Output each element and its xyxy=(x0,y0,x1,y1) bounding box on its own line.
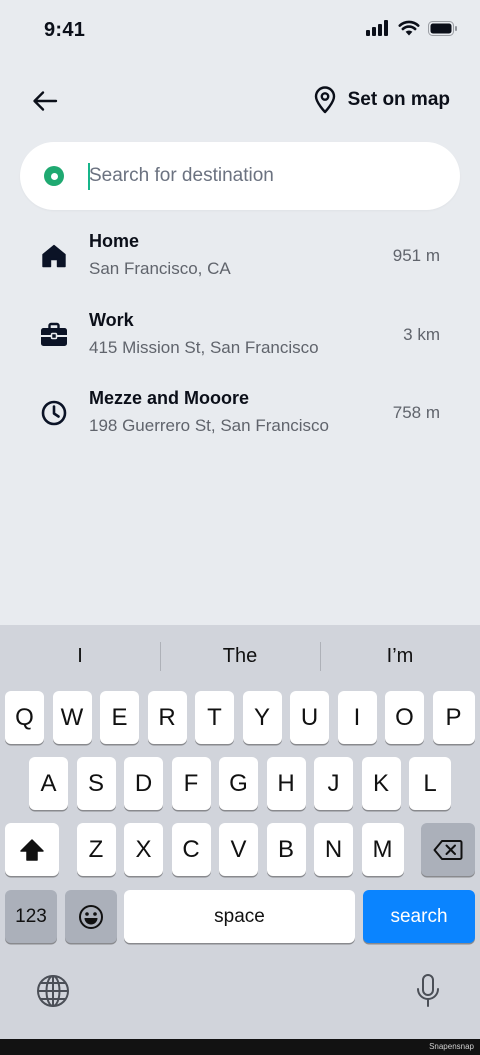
place-distance: 951 m xyxy=(392,246,440,265)
arrow-left-icon xyxy=(33,91,58,111)
map-pin-icon xyxy=(314,86,335,114)
key-c[interactable]: C xyxy=(171,823,211,876)
key-l[interactable]: L xyxy=(409,757,451,810)
status-bar: 9:41 xyxy=(0,0,480,60)
place-title: Mezze and Mooore xyxy=(89,388,250,408)
place-address: San Francisco, CA xyxy=(89,259,231,278)
shift-arrow-icon xyxy=(20,838,44,861)
status-icons xyxy=(366,20,458,36)
key-a[interactable]: A xyxy=(29,757,68,810)
bottom-strip xyxy=(0,1039,480,1055)
place-title: Home xyxy=(89,231,140,251)
backspace-icon xyxy=(433,839,463,860)
space-key[interactable]: space xyxy=(124,890,355,943)
set-on-map-button[interactable]: Set on map xyxy=(314,86,450,114)
place-address: 415 Mission St, San Francisco xyxy=(89,337,319,357)
key-v[interactable]: V xyxy=(219,823,258,876)
key-d[interactable]: D xyxy=(124,757,163,810)
place-distance: 758 m xyxy=(392,403,440,422)
destination-search-input[interactable] xyxy=(89,156,429,196)
suggestion-3[interactable]: I’m xyxy=(320,625,480,687)
globe-icon xyxy=(37,975,69,1007)
briefcase-icon xyxy=(40,321,68,349)
key-z[interactable]: Z xyxy=(76,823,116,876)
delete-key[interactable] xyxy=(421,823,475,876)
key-w[interactable]: W xyxy=(52,691,92,744)
key-m[interactable]: M xyxy=(361,823,404,876)
key-u[interactable]: U xyxy=(290,691,329,744)
list-item-home[interactable]: Home San Francisco, CA 951 m xyxy=(0,222,480,301)
key-i[interactable]: I xyxy=(337,691,377,744)
key-o[interactable]: O xyxy=(385,691,424,744)
destination-search-bar[interactable] xyxy=(20,142,460,210)
suggestion-2[interactable]: The xyxy=(160,625,320,687)
watermark: Snapensnap xyxy=(429,1042,474,1051)
microphone-icon xyxy=(417,974,439,1007)
key-p[interactable]: P xyxy=(432,691,475,744)
list-item-recent[interactable]: Mezze and Mooore 198 Guerrero St, San Fr… xyxy=(0,379,480,458)
key-q[interactable]: Q xyxy=(5,691,44,744)
status-time: 9:41 xyxy=(44,19,86,41)
key-f[interactable]: F xyxy=(171,757,211,810)
battery-icon xyxy=(428,20,457,36)
wifi-icon xyxy=(398,20,420,36)
set-on-map-label: Set on map xyxy=(347,89,450,110)
emoji-icon xyxy=(79,904,103,929)
saved-places-list: Home San Francisco, CA 951 m Work 415 Mi… xyxy=(0,222,480,458)
place-title: Work xyxy=(89,309,134,330)
list-item-work[interactable]: Work 415 Mission St, San Francisco 3 km xyxy=(0,301,480,380)
home-icon xyxy=(40,242,68,270)
key-e[interactable]: E xyxy=(100,691,139,744)
predictive-text-bar: I The I’m xyxy=(0,625,480,687)
cellular-signal-icon xyxy=(366,20,388,36)
key-t[interactable]: T xyxy=(195,691,234,744)
dictation-button[interactable] xyxy=(408,969,448,1013)
key-k[interactable]: K xyxy=(361,757,401,810)
search-key[interactable]: search xyxy=(363,890,475,943)
key-x[interactable]: X xyxy=(124,823,163,876)
key-r[interactable]: R xyxy=(147,691,187,744)
key-h[interactable]: H xyxy=(266,757,306,810)
numbers-key[interactable]: 123 xyxy=(5,890,57,943)
key-n[interactable]: N xyxy=(314,823,353,876)
back-button[interactable] xyxy=(26,82,64,120)
place-distance: 3 km xyxy=(403,324,440,344)
top-bar: Set on map xyxy=(0,80,480,124)
emoji-key[interactable] xyxy=(65,890,117,943)
shift-key[interactable] xyxy=(5,823,59,876)
key-b[interactable]: B xyxy=(266,823,306,876)
key-y[interactable]: Y xyxy=(242,691,282,744)
clock-icon xyxy=(40,399,68,427)
place-address: 198 Guerrero St, San Francisco xyxy=(89,416,330,435)
key-g[interactable]: G xyxy=(219,757,258,810)
key-s[interactable]: S xyxy=(76,757,116,810)
globe-button[interactable] xyxy=(33,971,73,1011)
suggestion-1[interactable]: I xyxy=(0,625,160,687)
origin-dot-icon xyxy=(44,166,64,186)
key-j[interactable]: J xyxy=(314,757,353,810)
keyboard: I The I’m Q W E R T Y U I O P A S D F G … xyxy=(0,625,480,1039)
